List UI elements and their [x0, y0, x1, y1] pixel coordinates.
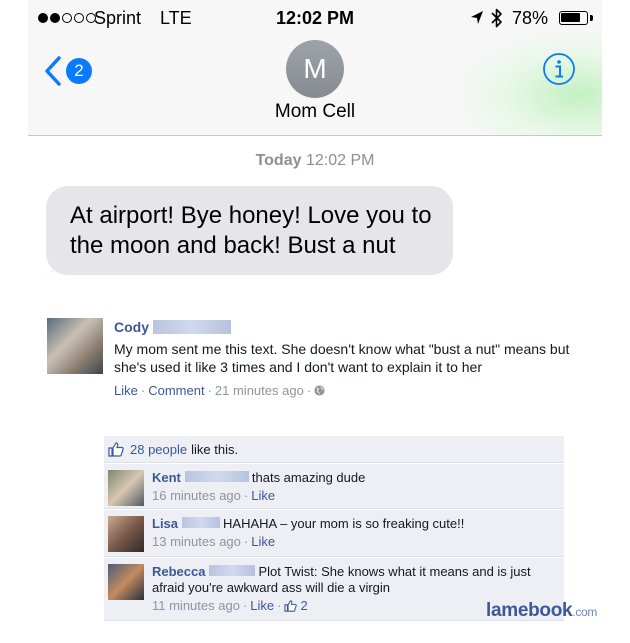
separator-dot: · — [277, 598, 282, 613]
watermark-tld: .com — [572, 605, 598, 619]
comment-time: 13 minutes ago — [152, 534, 241, 549]
comment-like-link[interactable]: Like — [251, 488, 275, 503]
comment-item: Kent thats amazing dude 16 minutes ago · … — [104, 463, 564, 509]
commenter-name[interactable]: Kent — [152, 470, 181, 485]
author-name[interactable]: Cody — [114, 319, 149, 335]
separator-dot: · — [306, 383, 312, 398]
info-icon[interactable] — [542, 52, 576, 86]
post-body: Cody My mom sent me this text. She doesn… — [114, 318, 574, 398]
likes-and-comments: 28 people like this. Kent thats amazing d… — [104, 436, 564, 621]
imessage-screen: Sprint LTE 12:02 PM 78% 2 M Mom Cell Tod… — [28, 0, 602, 310]
redacted-surname — [182, 517, 221, 528]
bluetooth-icon — [491, 8, 502, 28]
status-bar: Sprint LTE 12:02 PM 78% — [28, 0, 602, 38]
commenter-avatar[interactable] — [108, 470, 144, 506]
battery-nub — [590, 15, 593, 21]
message-timestamp: Today 12:02 PM — [28, 152, 602, 170]
post-time[interactable]: 21 minutes ago — [215, 383, 304, 398]
timestamp-day: Today — [255, 152, 302, 169]
unread-count-badge: 2 — [66, 58, 92, 84]
redacted-surname — [184, 471, 249, 482]
location-arrow-icon — [471, 11, 483, 24]
watermark-brand: lamebook — [486, 600, 573, 621]
commenter-avatar[interactable] — [108, 516, 144, 552]
redacted-surname — [153, 320, 231, 334]
thumbs-up-icon — [108, 441, 124, 457]
likes-suffix: like this. — [191, 441, 239, 457]
comment-body: Kent thats amazing dude 16 minutes ago · … — [152, 464, 564, 508]
timestamp-time: 12:02 PM — [305, 152, 375, 169]
contact-name[interactable]: Mom Cell — [28, 101, 602, 123]
chevron-left-icon — [45, 56, 61, 86]
back-button[interactable]: 2 — [44, 54, 92, 88]
commenter-avatar[interactable] — [108, 564, 144, 600]
separator-dot: · — [140, 383, 146, 398]
separator-dot: · — [242, 598, 248, 613]
separator-dot: · — [207, 383, 212, 398]
comment-meta: 16 minutes ago · Like — [152, 488, 556, 503]
comment-item: Lisa HAHAHA – your mom is so freaking cut… — [104, 509, 564, 557]
battery-icon — [559, 11, 588, 25]
author-row: Cody — [114, 318, 574, 336]
comment-meta: 13 minutes ago · Like — [152, 534, 556, 549]
lamebook-watermark: lamebook.com — [486, 600, 597, 622]
thumbs-up-icon — [284, 599, 298, 612]
author-avatar[interactable] — [47, 318, 103, 374]
incoming-message[interactable]: At airport! Bye honey! Love you to the m… — [42, 186, 453, 275]
commenter-name[interactable]: Rebecca — [152, 564, 205, 579]
comment-line: Lisa HAHAHA – your mom is so freaking cut… — [152, 516, 556, 532]
globe-icon — [314, 385, 325, 396]
comment-like-count[interactable]: 2 — [300, 598, 307, 613]
comment-line: Kent thats amazing dude — [152, 470, 556, 486]
redacted-surname — [209, 565, 256, 576]
comment-time: 11 minutes ago — [152, 598, 240, 613]
battery-percent: 78% — [512, 8, 549, 28]
likes-count-link[interactable]: 28 people — [130, 442, 187, 457]
battery-fill — [561, 13, 580, 22]
post-text: My mom sent me this text. She doesn't kn… — [114, 341, 570, 375]
comment-time: 16 minutes ago — [152, 488, 241, 503]
separator-dot: · — [243, 534, 249, 549]
separator-dot: · — [243, 488, 249, 503]
comment-like-link[interactable]: Like — [250, 598, 274, 613]
comment-text: HAHAHA – your mom is so freaking cute!! — [223, 516, 465, 531]
comment-line: Rebecca Plot Twist: She knows what it mea… — [152, 564, 556, 596]
contact-avatar[interactable]: M — [286, 40, 344, 98]
like-link[interactable]: Like — [114, 383, 138, 398]
post-actions: Like · Comment · 21 minutes ago · — [114, 383, 574, 398]
comment-link[interactable]: Comment — [148, 383, 204, 398]
commenter-name[interactable]: Lisa — [152, 516, 178, 531]
comment-body: Lisa HAHAHA – your mom is so freaking cut… — [152, 510, 564, 554]
message-bubble-text: At airport! Bye honey! Love you to the m… — [46, 186, 453, 275]
comment-like-link[interactable]: Like — [251, 534, 275, 549]
likes-summary: 28 people like this. — [104, 436, 564, 463]
comment-text: thats amazing dude — [251, 470, 366, 485]
